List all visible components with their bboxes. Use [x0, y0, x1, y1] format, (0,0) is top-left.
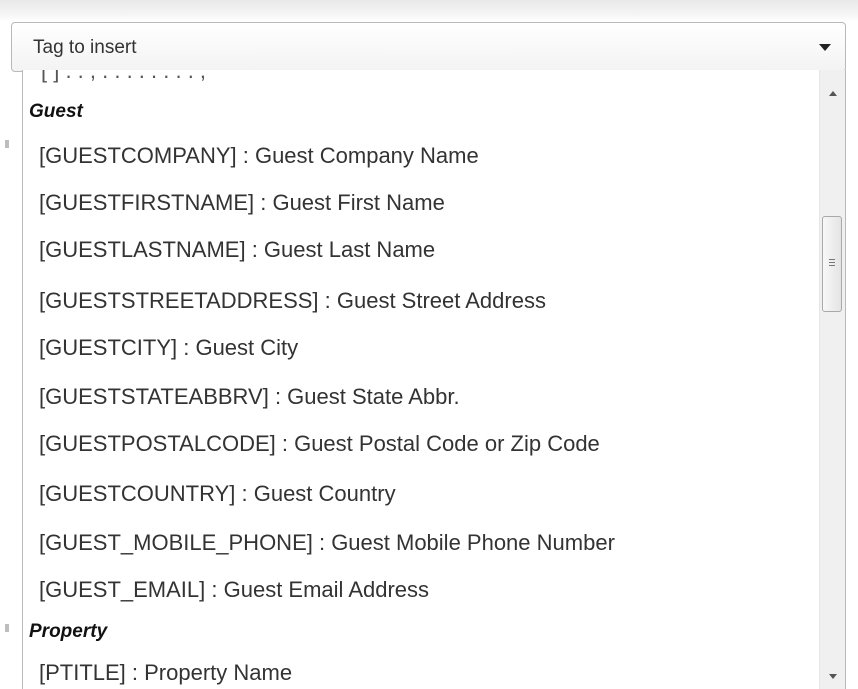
option-ptitle[interactable]: [PTITLE] : Property Name [39, 660, 292, 686]
cut-off-option[interactable]: [ ] . . , . . . . . . . . , [23, 70, 819, 86]
tag-dropdown-list[interactable]: [ ] . . , . . . . . . . . , Guest [GUEST… [22, 70, 846, 689]
option-guestcountry[interactable]: [GUESTCOUNTRY] : Guest Country [39, 481, 396, 507]
top-shade [0, 0, 858, 22]
grip-lines-icon [829, 259, 835, 266]
scroll-down-arrow-icon[interactable] [829, 674, 837, 679]
option-guest-mobile-phone[interactable]: [GUEST_MOBILE_PHONE] : Guest Mobile Phon… [39, 530, 615, 556]
left-gutter [0, 22, 22, 689]
gutter-grip-icon [5, 140, 9, 148]
select-placeholder: Tag to insert [33, 37, 137, 58]
options-list[interactable]: [ ] . . , . . . . . . . . , Guest [GUEST… [23, 70, 819, 689]
option-gueststreetaddress[interactable]: [GUESTSTREETADDRESS] : Guest Street Addr… [39, 288, 546, 314]
scrollbar-thumb[interactable] [822, 216, 842, 312]
tag-insert-page: Tag to insert [ ] . . , . . . . . . . . … [0, 0, 858, 689]
option-guestcity[interactable]: [GUESTCITY] : Guest City [39, 335, 298, 361]
option-guestcompany[interactable]: [GUESTCOMPANY] : Guest Company Name [39, 143, 479, 169]
tag-to-insert-select[interactable]: Tag to insert [11, 22, 846, 72]
caret-down-icon[interactable] [819, 44, 831, 51]
option-guest-email[interactable]: [GUEST_EMAIL] : Guest Email Address [39, 577, 429, 603]
scroll-up-arrow-icon[interactable] [829, 91, 837, 96]
gutter-grip-icon [5, 624, 9, 632]
option-gueststateabbrv[interactable]: [GUESTSTATEABBRV] : Guest State Abbr. [39, 384, 460, 410]
vertical-scrollbar[interactable] [819, 70, 845, 689]
option-guestfirstname[interactable]: [GUESTFIRSTNAME] : Guest First Name [39, 190, 445, 216]
option-guestlastname[interactable]: [GUESTLASTNAME] : Guest Last Name [39, 237, 435, 263]
group-label-property: Property [29, 621, 108, 642]
group-label-guest: Guest [29, 101, 83, 122]
option-guestpostalcode[interactable]: [GUESTPOSTALCODE] : Guest Postal Code or… [39, 431, 600, 457]
